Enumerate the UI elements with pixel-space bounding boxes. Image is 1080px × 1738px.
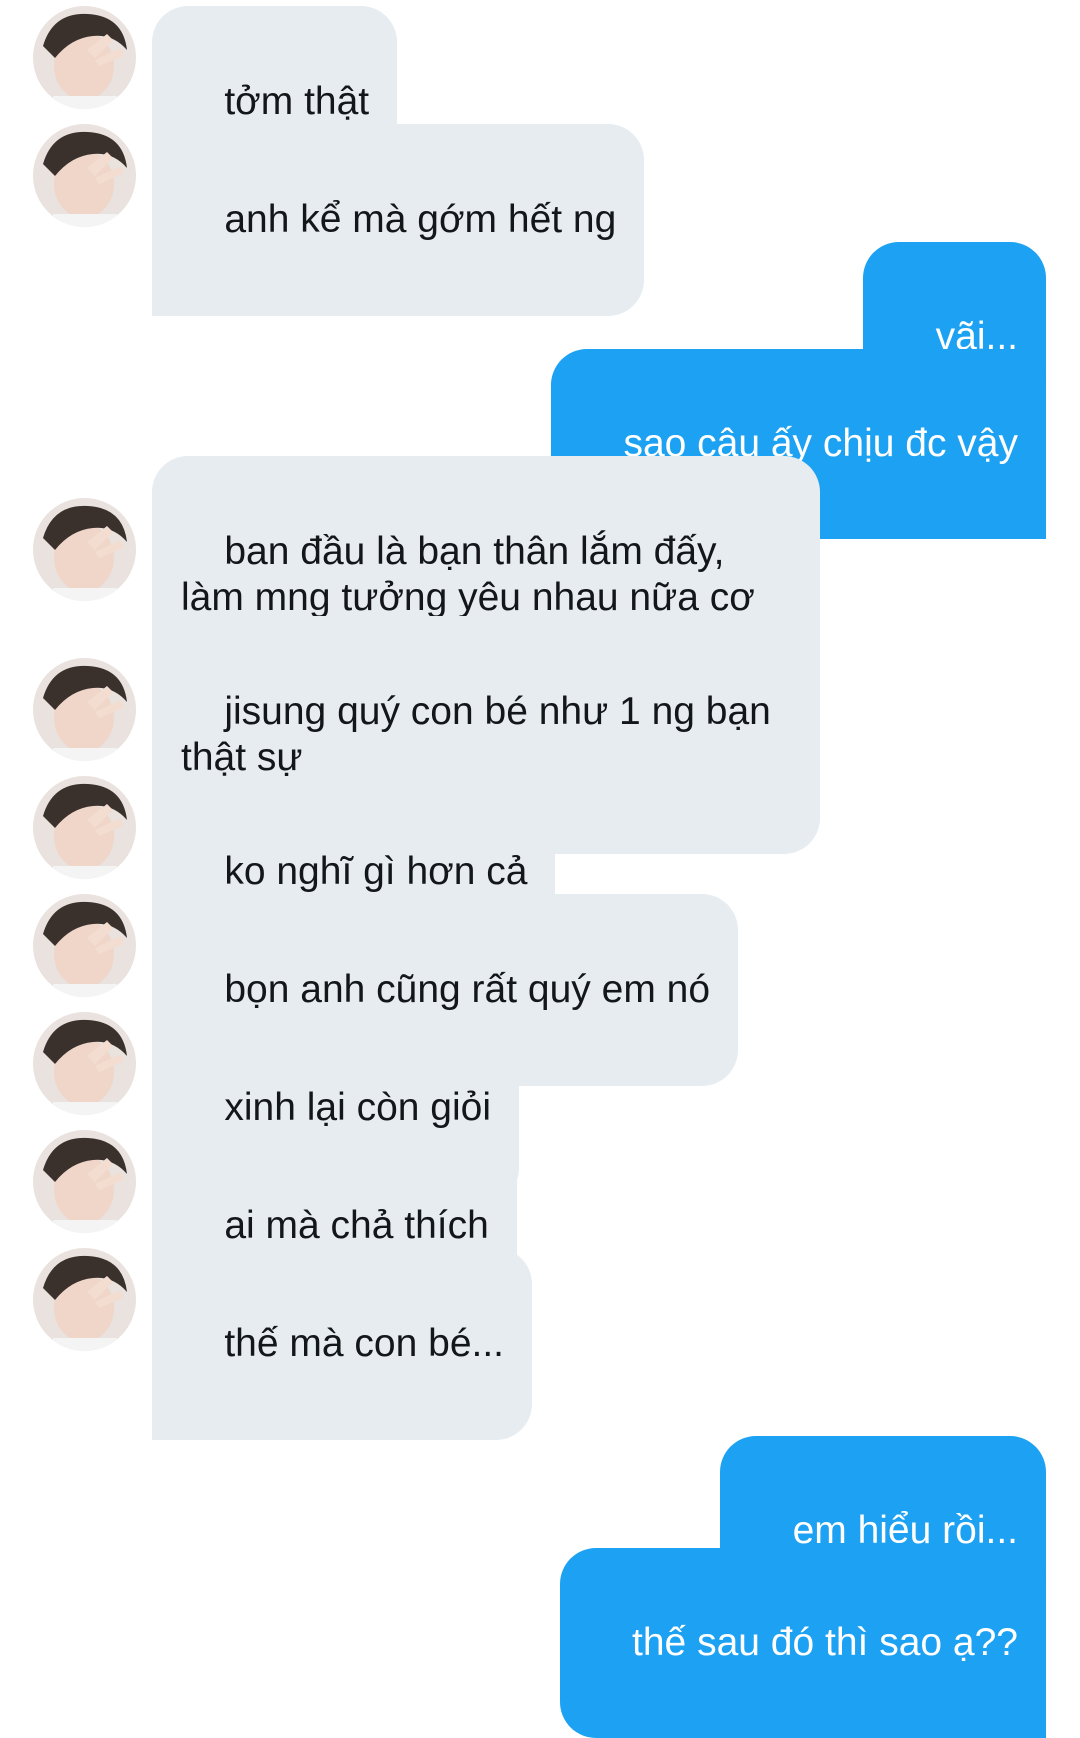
avatar[interactable] (33, 1130, 136, 1233)
profile-photo-icon (33, 124, 136, 227)
profile-photo-icon (33, 658, 136, 761)
profile-photo-icon (33, 894, 136, 997)
conversation-view: { "conversation": { "colors": { "incomin… (0, 0, 1080, 1738)
profile-photo-icon (33, 6, 136, 109)
avatar[interactable] (33, 1012, 136, 1115)
message-text: ai mà chả thích (224, 1204, 489, 1247)
avatar[interactable] (33, 498, 136, 601)
message-text: ban đầu là bạn thân lắm đấy, làm mng tưở… (181, 530, 755, 619)
message-text: ko nghĩ gì hơn cả (224, 850, 528, 893)
message-text: tởm thật (224, 80, 370, 123)
message-text: bọn anh cũng rất quý em nó (224, 968, 711, 1011)
message-text: jisung quý con bé như 1 ng bạn thật sự (181, 690, 782, 779)
profile-photo-icon (33, 776, 136, 879)
avatar[interactable] (33, 6, 136, 109)
message-bubble-incoming[interactable]: anh kể mà gớm hết ng (152, 124, 645, 316)
avatar[interactable] (33, 894, 136, 997)
avatar[interactable] (33, 124, 136, 227)
message-text: em hiểu rồi... (792, 1509, 1018, 1552)
profile-photo-icon (33, 498, 136, 601)
message-bubble-outgoing[interactable]: thế sau đó thì sao ạ?? (559, 1548, 1046, 1738)
avatar[interactable] (33, 658, 136, 761)
message-text: thế mà con bé... (224, 1322, 505, 1365)
avatar[interactable] (33, 1248, 136, 1351)
message-text: xinh lại còn giỏi (224, 1086, 492, 1129)
avatar[interactable] (33, 776, 136, 879)
message-text: thế sau đó thì sao ạ?? (632, 1621, 1018, 1664)
message-text: anh kể mà gớm hết ng (224, 198, 617, 241)
profile-photo-icon (33, 1130, 136, 1233)
profile-photo-icon (33, 1012, 136, 1115)
profile-photo-icon (33, 1248, 136, 1351)
message-bubble-incoming[interactable]: thế mà con bé... (152, 1248, 533, 1440)
